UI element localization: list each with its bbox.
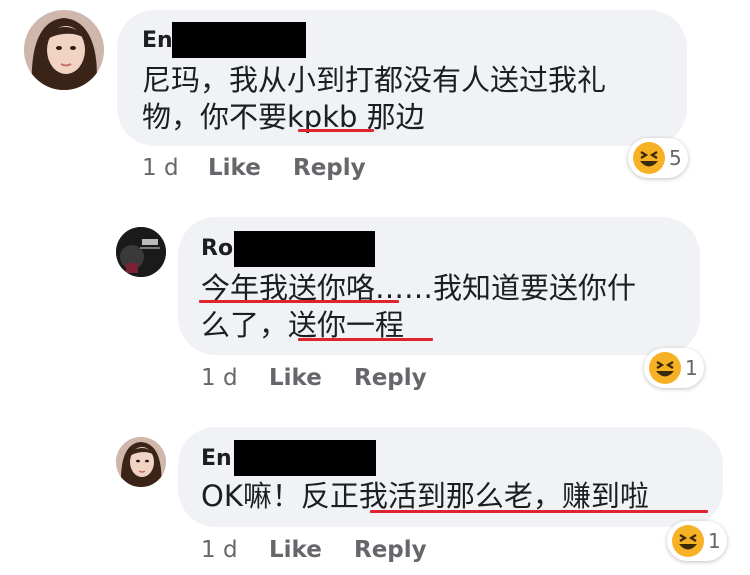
comment-time[interactable]: 1 d xyxy=(201,537,238,563)
redaction-bar xyxy=(234,231,375,267)
like-button[interactable]: Like xyxy=(208,155,261,181)
profile-photo-icon xyxy=(116,437,166,487)
comment-time[interactable]: 1 d xyxy=(201,365,238,391)
laughing-emoji-icon xyxy=(649,352,681,384)
red-underline xyxy=(199,300,399,303)
profile-photo-icon xyxy=(24,10,104,90)
reaction-summary[interactable]: 1 xyxy=(644,348,704,388)
reply-button[interactable]: Reply xyxy=(354,365,427,391)
like-button[interactable]: Like xyxy=(269,365,322,391)
avatar[interactable] xyxy=(116,227,166,277)
laughing-emoji-icon xyxy=(633,142,665,174)
reaction-summary[interactable]: 1 xyxy=(667,521,727,561)
red-underline xyxy=(298,338,433,341)
red-underline xyxy=(298,129,374,132)
avatar[interactable] xyxy=(24,10,104,90)
comment-text-line: 尼玛，我从小到打都没有人送过我礼 xyxy=(142,63,607,97)
profile-photo-icon xyxy=(116,227,166,277)
reaction-summary[interactable]: 5 xyxy=(628,138,688,178)
avatar[interactable] xyxy=(116,437,166,487)
redaction-bar xyxy=(234,440,376,476)
redaction-bar xyxy=(172,22,306,58)
like-button[interactable]: Like xyxy=(269,537,322,563)
reaction-count: 5 xyxy=(669,146,682,170)
reaction-count: 1 xyxy=(708,529,721,553)
comment-author[interactable]: En xyxy=(201,446,232,471)
reply-button[interactable]: Reply xyxy=(354,537,427,563)
comment-time[interactable]: 1 d xyxy=(142,155,179,181)
comment-meta: 1 d xyxy=(142,155,179,181)
reaction-count: 1 xyxy=(685,356,698,380)
red-underline xyxy=(370,510,708,513)
laughing-emoji-icon xyxy=(672,525,704,557)
comment-text-line: 物，你不要kpkb 那边 xyxy=(142,100,425,134)
reply-button[interactable]: Reply xyxy=(293,155,366,181)
comment-author[interactable]: Ro xyxy=(201,236,233,261)
comment-author[interactable]: En xyxy=(142,28,173,53)
